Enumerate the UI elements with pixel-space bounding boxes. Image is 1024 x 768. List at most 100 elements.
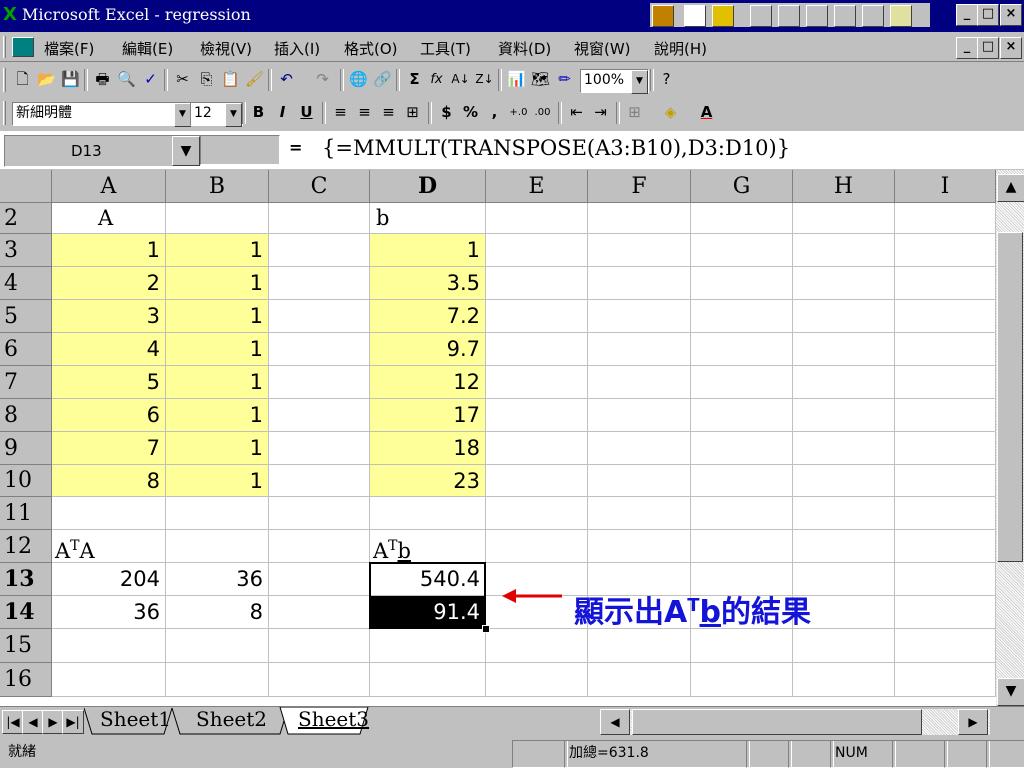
column-header-f[interactable]: F	[588, 170, 691, 203]
cell-value-D5[interactable]: 7.2	[370, 300, 486, 333]
cell-C6[interactable]	[269, 333, 370, 366]
cell-value-A9[interactable]: 7	[52, 432, 166, 465]
column-header-i[interactable]: I	[895, 170, 996, 203]
cell-value-D6[interactable]: 9.7	[370, 333, 486, 366]
cell-value-A10[interactable]: 8	[52, 465, 166, 497]
cell-E5[interactable]	[486, 300, 588, 333]
sheet-tab-1[interactable]: Sheet1	[100, 707, 171, 731]
journal-icon[interactable]	[890, 5, 912, 27]
copy-icon[interactable]: ⎘	[196, 69, 217, 90]
task-check-icon[interactable]	[806, 5, 828, 27]
cell-value-B9[interactable]: 1	[166, 432, 269, 465]
cell-H8[interactable]	[793, 399, 895, 432]
cell-C4[interactable]	[269, 267, 370, 300]
cell-H2[interactable]	[793, 203, 895, 234]
cell-I6[interactable]	[895, 333, 996, 366]
cell-F6[interactable]	[588, 333, 691, 366]
cell-F7[interactable]	[588, 366, 691, 399]
align-center-icon[interactable]: ≡	[354, 102, 375, 123]
chart-wizard-icon[interactable]: 📊	[506, 69, 527, 90]
merge-center-icon[interactable]: ⊞	[402, 102, 423, 123]
cell-I2[interactable]	[895, 203, 996, 234]
column-header-c[interactable]: C	[269, 170, 370, 203]
cell-G2[interactable]	[691, 203, 793, 234]
cell-H16[interactable]	[793, 663, 895, 697]
cell-F2[interactable]	[588, 203, 691, 234]
cell-H9[interactable]	[793, 432, 895, 465]
cell-value-A8[interactable]: 6	[52, 399, 166, 432]
cell-F10[interactable]	[588, 465, 691, 497]
cell-C9[interactable]	[269, 432, 370, 465]
toolbar-grip[interactable]	[3, 68, 6, 92]
row-header-13[interactable]: 13	[0, 563, 52, 596]
sort-descending-icon[interactable]: Z↓	[474, 69, 495, 90]
cell-value-A13[interactable]: 204	[52, 563, 166, 596]
cell-value-A5[interactable]: 3	[52, 300, 166, 333]
cell-G10[interactable]	[691, 465, 793, 497]
cell-C11[interactable]	[269, 497, 370, 530]
cell-H12[interactable]	[793, 530, 895, 563]
cell-H15[interactable]	[793, 629, 895, 663]
cell-F5[interactable]	[588, 300, 691, 333]
cell-value-B7[interactable]: 1	[166, 366, 269, 399]
chevron-down-icon[interactable]: ▼	[225, 103, 242, 127]
cell-value-D9[interactable]: 18	[370, 432, 486, 465]
cell-E16[interactable]	[486, 663, 588, 697]
cell-value-A3[interactable]: 1	[52, 234, 166, 267]
row-header-4[interactable]: 4	[0, 267, 52, 300]
cell-G5[interactable]	[691, 300, 793, 333]
cell-B11[interactable]	[166, 497, 269, 530]
row-header-5[interactable]: 5	[0, 300, 52, 333]
zoom-select[interactable]: 100% ▼	[580, 69, 649, 94]
prev-sheet-icon[interactable]: ◀	[22, 710, 44, 734]
contacts-icon[interactable]	[834, 5, 856, 27]
comma-button[interactable]: ,	[484, 102, 505, 123]
cell-H4[interactable]	[793, 267, 895, 300]
cell-I4[interactable]	[895, 267, 996, 300]
cell-C10[interactable]	[269, 465, 370, 497]
horizontal-scrollbar[interactable]: ◀ ▶	[600, 709, 990, 735]
cell-value-D10[interactable]: 23	[370, 465, 486, 497]
cell-H10[interactable]	[793, 465, 895, 497]
column-header-a[interactable]: A	[52, 170, 166, 203]
cell-C13[interactable]	[269, 563, 370, 596]
cell-E12[interactable]	[486, 530, 588, 563]
cell-B12[interactable]	[166, 530, 269, 563]
column-header-d[interactable]: D	[370, 170, 486, 203]
last-sheet-icon[interactable]: ▶|	[62, 710, 84, 734]
hyperlink-icon[interactable]: 🔗	[372, 69, 393, 90]
new-icon[interactable]: 🗋	[12, 69, 33, 90]
cell-value-B4[interactable]: 1	[166, 267, 269, 300]
row-header-15[interactable]: 15	[0, 629, 52, 663]
cell-H7[interactable]	[793, 366, 895, 399]
cell-value-D14[interactable]: 91.4	[370, 596, 486, 629]
paste-icon[interactable]: 📋	[220, 69, 241, 90]
cell-I16[interactable]	[895, 663, 996, 697]
cell-value-A14[interactable]: 36	[52, 596, 166, 629]
formula-input[interactable]: {=MMULT(TRANSPOSE(A3:B10),D3:D10)}	[322, 136, 790, 160]
drawing-icon[interactable]: ✏	[554, 69, 575, 90]
cell-H6[interactable]	[793, 333, 895, 366]
cell-value-B3[interactable]: 1	[166, 234, 269, 267]
cell-G3[interactable]	[691, 234, 793, 267]
menu-tools[interactable]: 工具(T)	[420, 38, 471, 59]
cell-value-D4[interactable]: 3.5	[370, 267, 486, 300]
cell-label-D12[interactable]: ATb	[370, 530, 486, 563]
office-assistant-icon[interactable]: ?	[656, 69, 677, 90]
cell-F11[interactable]	[588, 497, 691, 530]
cell-F15[interactable]	[588, 629, 691, 663]
vertical-scroll-thumb[interactable]	[997, 232, 1023, 562]
column-header-g[interactable]: G	[691, 170, 793, 203]
cell-value-D3[interactable]: 1	[370, 234, 486, 267]
new-document-icon[interactable]	[684, 5, 706, 27]
spelling-icon[interactable]: ✓	[140, 69, 161, 90]
cell-H3[interactable]	[793, 234, 895, 267]
sheet-tab-2[interactable]: Sheet2	[196, 707, 267, 731]
cell-G11[interactable]	[691, 497, 793, 530]
open-icon[interactable]: 📂	[36, 69, 57, 90]
cell-F16[interactable]	[588, 663, 691, 697]
cell-G12[interactable]	[691, 530, 793, 563]
cell-E9[interactable]	[486, 432, 588, 465]
cell-G4[interactable]	[691, 267, 793, 300]
align-right-icon[interactable]: ≡	[378, 102, 399, 123]
